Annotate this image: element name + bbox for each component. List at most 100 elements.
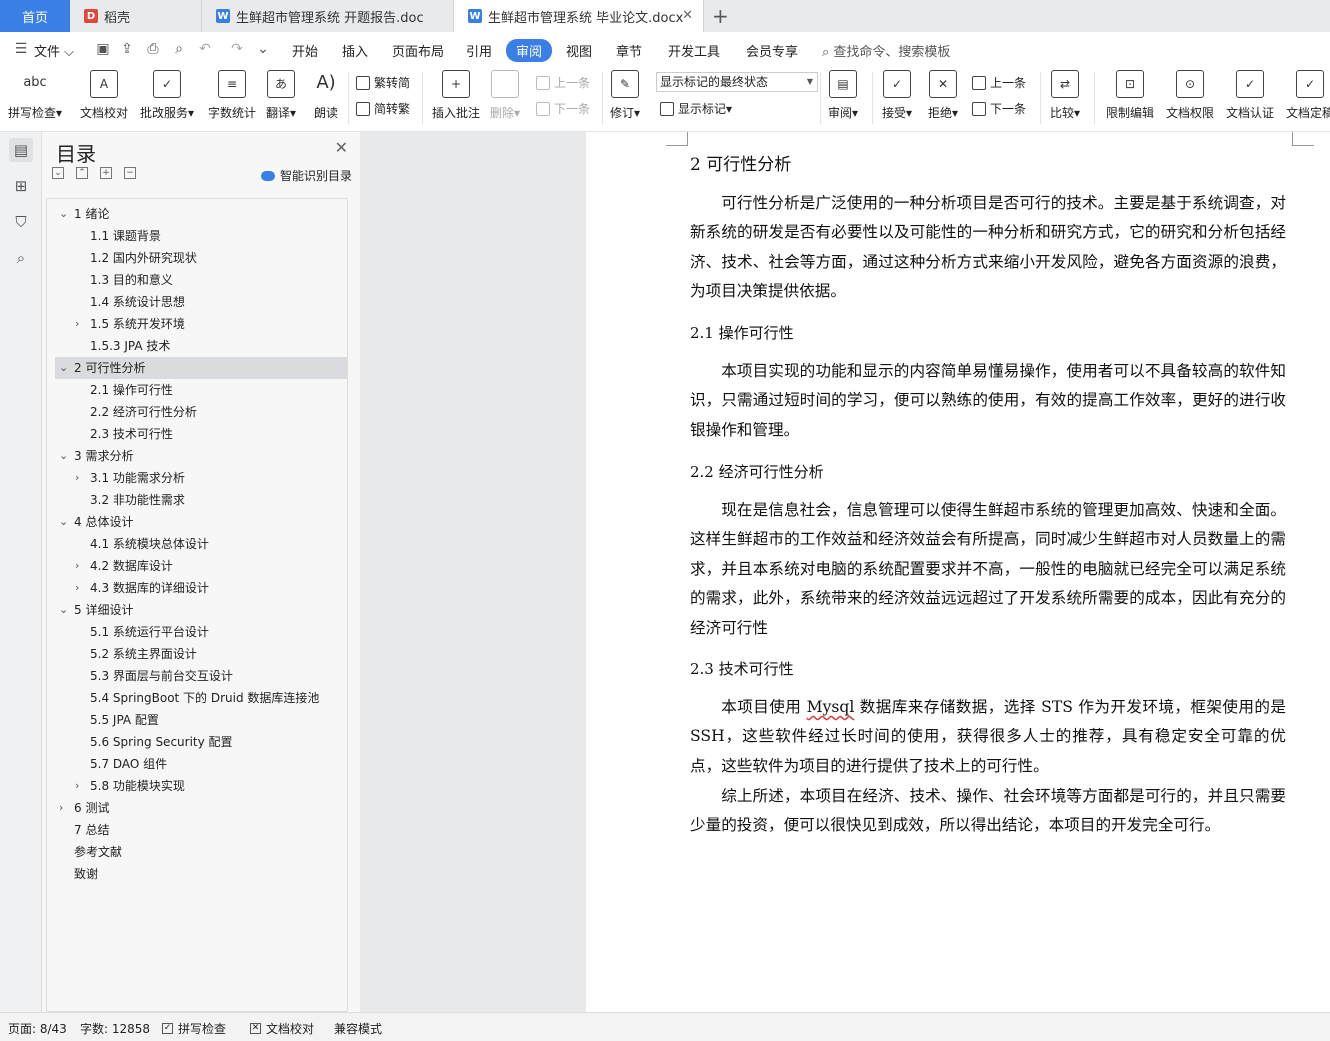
toc-item[interactable]: 2.1 操作可行性 [47, 379, 347, 401]
menu-developer-tools[interactable]: 开发工具 [668, 41, 720, 60]
toc-item[interactable]: › 3.1 功能需求分析 [47, 467, 347, 489]
toc-item[interactable]: 5.6 Spring Security 配置 [47, 731, 347, 753]
toc-item[interactable]: ⌄ 3 需求分析 [47, 445, 347, 467]
menu-page-layout[interactable]: 页面布局 [392, 41, 444, 60]
toc-item[interactable]: 2.2 经济可行性分析 [47, 401, 347, 423]
search-icon[interactable]: ⌕ [9, 246, 33, 270]
translate-button[interactable]: あ 翻译▾ [266, 70, 296, 126]
close-icon[interactable]: ✕ [335, 138, 348, 157]
toc-item[interactable]: 2.3 技术可行性 [47, 423, 347, 445]
markup-state-select[interactable]: 显示标记的最终状态 ▼ [656, 72, 818, 92]
toc-item[interactable]: › 1.5 系统开发环境 [47, 313, 347, 335]
redo-icon[interactable]: ↷ [228, 40, 246, 58]
save-icon[interactable]: ▣ [94, 40, 112, 58]
tab-document-1[interactable]: W 生鲜超市管理系统 开题报告.doc [202, 0, 454, 32]
chevron-down-icon[interactable]: ⌄ [59, 445, 68, 467]
simp-to-trad-button[interactable]: 简转繁 [356, 100, 410, 117]
tab-document-2[interactable]: W 生鲜超市管理系统 毕业论文.docx ✕ [454, 0, 704, 32]
toc-item[interactable]: 5.3 界面层与前台交互设计 [47, 665, 347, 687]
chevron-right-icon[interactable]: › [75, 775, 79, 797]
page-indicator[interactable]: 页面: 8/43 [8, 1020, 67, 1037]
toc-item[interactable]: 1.5.3 JPA 技术 [47, 335, 347, 357]
toc-item[interactable]: › 4.3 数据库的详细设计 [47, 577, 347, 599]
spell-check-button[interactable]: abc 拼写检查▾ [8, 70, 62, 126]
menu-insert[interactable]: 插入 [342, 41, 368, 60]
chevron-right-icon[interactable]: › [75, 577, 79, 599]
toc-item[interactable]: 1.4 系统设计思想 [47, 291, 347, 313]
toc-item[interactable]: 5.1 系统运行平台设计 [47, 621, 347, 643]
smart-toc-button[interactable]: 智能识别目录 [260, 167, 352, 184]
toc-item[interactable]: 5.4 SpringBoot 下的 Druid 数据库连接池 [47, 687, 347, 709]
toc-item[interactable]: 4.1 系统模块总体设计 [47, 533, 347, 555]
menu-reference[interactable]: 引用 [466, 41, 492, 60]
toc-item[interactable]: 7 总结 [47, 819, 347, 841]
doc-rights-button[interactable]: ⊙ 文档权限 [1166, 70, 1214, 126]
doc-proof-button[interactable]: A 文档校对 [80, 70, 128, 126]
doc-proof-status[interactable]: ✕ 文档校对 [250, 1020, 314, 1037]
compare-button[interactable]: ⇄ 比较▾ [1050, 70, 1080, 126]
word-count-button[interactable]: ≡ 字数统计 [208, 70, 256, 126]
remove-heading-icon[interactable]: − [124, 167, 136, 179]
chevron-down-icon[interactable]: ⌄ [59, 599, 68, 621]
menu-chapter[interactable]: 章节 [616, 41, 642, 60]
accept-button[interactable]: ✓ 接受▾ [882, 70, 912, 126]
chevron-right-icon[interactable]: › [75, 555, 79, 577]
word-count-indicator[interactable]: 字数: 12858 [80, 1020, 150, 1037]
prev-comment-button[interactable]: 上一条 [536, 74, 590, 91]
tab-home[interactable]: 首页 [0, 0, 70, 32]
chevron-right-icon[interactable]: › [59, 797, 63, 819]
menu-review[interactable]: 审阅 [506, 39, 553, 62]
toc-item[interactable]: 1.2 国内外研究现状 [47, 247, 347, 269]
toc-item[interactable]: › 6 测试 [47, 797, 347, 819]
toc-item[interactable]: ⌄ 4 总体设计 [47, 511, 347, 533]
collapse-all-icon[interactable]: ⌄ [52, 167, 64, 179]
next-change-button[interactable]: 下一条 [972, 100, 1026, 117]
toc-panel-icon[interactable]: ▤ [9, 138, 33, 162]
expand-all-icon[interactable]: ⌃ [76, 167, 88, 179]
show-marks-button[interactable]: 显示标记▾ [660, 100, 732, 117]
next-comment-button[interactable]: 下一条 [536, 100, 590, 117]
toc-item[interactable]: 5.5 JPA 配置 [47, 709, 347, 731]
menu-view[interactable]: 视图 [566, 41, 592, 60]
toc-item[interactable]: › 5.8 功能模块实现 [47, 775, 347, 797]
insert-comment-button[interactable]: + 插入批注 [432, 70, 480, 126]
bookmark-icon[interactable]: ⛉ [9, 210, 33, 234]
toc-item[interactable]: ⌄ 2 可行性分析 [55, 357, 347, 379]
toc-item[interactable]: ⌄ 5 详细设计 [47, 599, 347, 621]
reject-button[interactable]: ✕ 拒绝▾ [928, 70, 958, 126]
more-dropdown-icon[interactable]: ⌄ [254, 40, 272, 58]
chapter-nav-icon[interactable]: ⊞ [9, 174, 33, 198]
chevron-right-icon[interactable]: › [75, 313, 79, 335]
chevron-down-icon[interactable]: ⌄ [59, 357, 68, 379]
doc-final-button[interactable]: ✓ 文档定稿 [1286, 70, 1330, 126]
menu-start[interactable]: 开始 [292, 41, 318, 60]
restrict-edit-button[interactable]: ⊡ 限制编辑 [1106, 70, 1154, 126]
toc-item[interactable]: 1.1 课题背景 [47, 225, 347, 247]
command-search[interactable]: ⌕ 查找命令、搜索模板 [822, 41, 950, 60]
delete-comment-button[interactable]: 删除▾ [490, 70, 520, 126]
menu-member[interactable]: 会员专享 [746, 41, 798, 60]
close-tab-icon[interactable]: ✕ [682, 8, 693, 23]
prev-change-button[interactable]: 上一条 [972, 74, 1026, 91]
toc-item[interactable]: › 4.2 数据库设计 [47, 555, 347, 577]
file-menu[interactable]: 文件 ⌵ [34, 41, 74, 60]
print-icon[interactable]: ⎙ [144, 40, 162, 58]
read-aloud-button[interactable]: A) 朗读 [312, 70, 340, 126]
toc-item[interactable]: 5.2 系统主界面设计 [47, 643, 347, 665]
toc-item[interactable]: ⌄ 1 绪论 [47, 203, 347, 225]
doc-cert-button[interactable]: ✓ 文档认证 [1226, 70, 1274, 126]
batch-service-button[interactable]: ✓ 批改服务▾ [140, 70, 194, 126]
undo-icon[interactable]: ↶ [196, 40, 214, 58]
tab-daoke[interactable]: D 稻壳 [70, 0, 202, 32]
print-preview-icon[interactable]: ⌕ [170, 40, 188, 58]
add-heading-icon[interactable]: + [100, 167, 112, 179]
chevron-down-icon[interactable]: ⌄ [59, 203, 68, 225]
spell-check-status[interactable]: ✓ 拼写检查 [162, 1020, 226, 1037]
review-pane-button[interactable]: ▤ 审阅▾ [828, 70, 858, 126]
toc-item[interactable]: 3.2 非功能性需求 [47, 489, 347, 511]
toc-item[interactable]: 5.7 DAO 组件 [47, 753, 347, 775]
chevron-right-icon[interactable]: › [75, 467, 79, 489]
chevron-down-icon[interactable]: ⌄ [59, 511, 68, 533]
revise-button[interactable]: ✎ 修订▾ [610, 70, 640, 126]
new-tab-button[interactable]: + [712, 4, 729, 28]
